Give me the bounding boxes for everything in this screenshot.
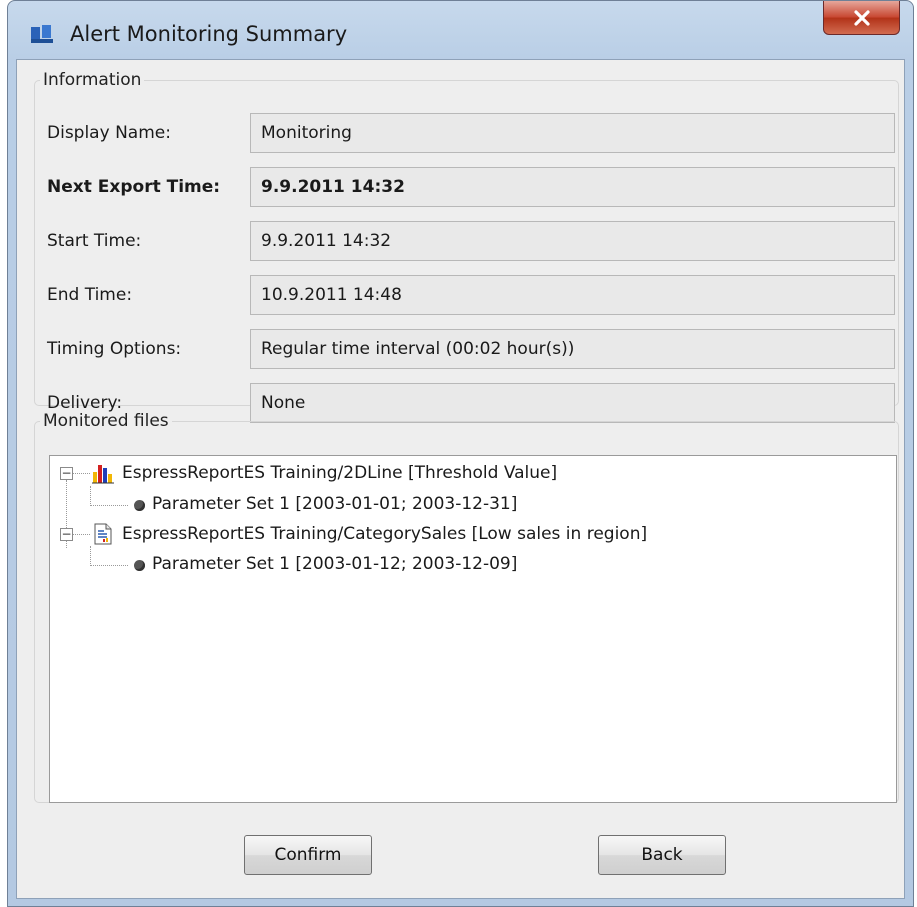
display-name-field: Monitoring: [250, 113, 895, 153]
information-legend: Information: [43, 70, 142, 90]
close-icon: [853, 9, 870, 26]
tree-node-categorysales[interactable]: − EspressReportES Training/CategorySales…: [50, 520, 890, 550]
dialog-content: Information Display Name: Monitoring Nex…: [16, 59, 905, 899]
next-export-time-label: Next Export Time:: [47, 177, 221, 197]
monitored-files-group: Monitored files − EspressReportES Traini…: [34, 411, 899, 803]
monitored-files-tree[interactable]: − EspressReportES Training/2DLine [Thres…: [49, 455, 897, 803]
collapse-toggle-icon[interactable]: −: [60, 528, 73, 541]
tree-leaf-label: Parameter Set 1 [2003-01-01; 2003-12-31]: [152, 494, 518, 514]
window-title: Alert Monitoring Summary: [70, 22, 348, 46]
tree-leaf-label: Parameter Set 1 [2003-01-12; 2003-12-09]: [152, 554, 518, 574]
dialog-window: Alert Monitoring Summary Information Dis…: [7, 0, 914, 907]
collapse-toggle-icon[interactable]: −: [60, 467, 73, 480]
tree-node-label: EspressReportES Training/2DLine [Thresho…: [122, 463, 558, 483]
display-name-label: Display Name:: [47, 123, 171, 143]
tree-leaf-parameter-set[interactable]: Parameter Set 1 [2003-01-01; 2003-12-31]: [50, 490, 890, 520]
end-time-label: End Time:: [47, 285, 133, 305]
report-document-icon: [94, 523, 112, 545]
tree-node-label: EspressReportES Training/CategorySales […: [122, 524, 648, 544]
start-time-label: Start Time:: [47, 231, 142, 251]
delivery-label: Delivery:: [47, 393, 123, 413]
tree-node-2dline[interactable]: − EspressReportES Training/2DLine [Thres…: [50, 459, 890, 489]
bullet-icon: [134, 500, 145, 511]
bar-chart-icon: [92, 465, 114, 484]
tree-leaf-parameter-set[interactable]: Parameter Set 1 [2003-01-12; 2003-12-09]: [50, 550, 890, 580]
app-icon: [31, 25, 53, 43]
title-bar[interactable]: Alert Monitoring Summary: [8, 1, 913, 59]
monitored-files-legend: Monitored files: [43, 411, 169, 431]
next-export-time-row: Next Export Time: 9.9.2011 14:32: [35, 167, 898, 207]
bullet-icon: [134, 560, 145, 571]
back-button[interactable]: Back: [598, 835, 726, 875]
information-group: Information Display Name: Monitoring Nex…: [34, 70, 899, 423]
timing-options-row: Timing Options: Regular time interval (0…: [35, 329, 898, 369]
end-time-row: End Time: 10.9.2011 14:48: [35, 275, 898, 315]
end-time-field: 10.9.2011 14:48: [250, 275, 895, 315]
start-time-field: 9.9.2011 14:32: [250, 221, 895, 261]
next-export-time-field: 9.9.2011 14:32: [250, 167, 895, 207]
close-button[interactable]: [823, 1, 900, 35]
timing-options-field: Regular time interval (00:02 hour(s)): [250, 329, 895, 369]
display-name-row: Display Name: Monitoring: [35, 113, 898, 153]
start-time-row: Start Time: 9.9.2011 14:32: [35, 221, 898, 261]
timing-options-label: Timing Options:: [47, 339, 182, 359]
confirm-button[interactable]: Confirm: [244, 835, 372, 875]
